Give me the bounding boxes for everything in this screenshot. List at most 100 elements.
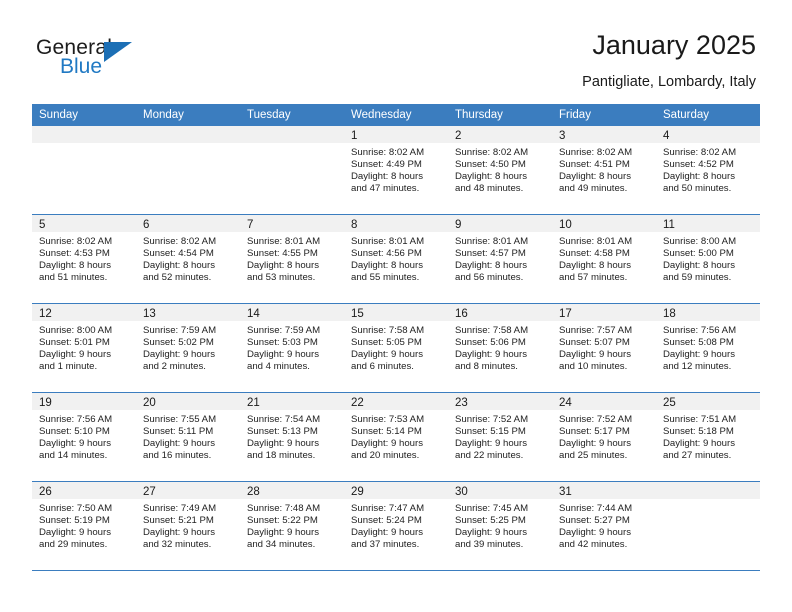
calendar-day-cell[interactable]: 14 Sunrise: 7:59 AM Sunset: 5:03 PM Dayligh… xyxy=(240,304,344,392)
calendar-day-cell[interactable]: 22 Sunrise: 7:53 AM Sunset: 5:14 PM Dayligh… xyxy=(344,393,448,481)
day-detail-line: Sunset: 5:11 PM xyxy=(143,426,214,438)
day-detail-line: Sunrise: 7:44 AM xyxy=(559,503,633,514)
calendar-day-cell[interactable]: 10 Sunrise: 8:01 AM Sunset: 4:58 PM Dayligh… xyxy=(552,215,656,303)
calendar-day-cell[interactable]: 24 Sunrise: 7:52 AM Sunset: 5:17 PM Dayligh… xyxy=(552,393,656,481)
day-detail-line: Daylight: 9 hours xyxy=(663,438,735,450)
calendar-day-cell[interactable]: 2 Sunrise: 8:02 AM Sunset: 4:50 PM Daylight… xyxy=(448,126,552,214)
day-detail-line: Daylight: 9 hours xyxy=(39,438,111,450)
calendar-day-cell[interactable]: 20 Sunrise: 7:55 AM Sunset: 5:11 PM Dayligh… xyxy=(136,393,240,481)
calendar-day-cell[interactable]: 31 Sunrise: 7:44 AM Sunset: 5:27 PM Dayligh… xyxy=(552,482,656,570)
day-detail-line: Sunrise: 7:49 AM xyxy=(143,503,217,514)
day-detail-line: Sunset: 5:19 PM xyxy=(39,515,110,527)
day-number-band: 23 xyxy=(448,393,552,410)
day-number: 29 xyxy=(351,486,364,498)
day-number: 26 xyxy=(39,486,52,498)
day-number-band: 8 xyxy=(344,215,448,232)
day-detail-line: Sunrise: 7:52 AM xyxy=(455,414,529,425)
calendar-day-cell[interactable]: 30 Sunrise: 7:45 AM Sunset: 5:25 PM Dayligh… xyxy=(448,482,552,570)
day-number-band: 13 xyxy=(136,304,240,321)
calendar-day-cell[interactable]: 25 Sunrise: 7:51 AM Sunset: 5:18 PM Dayligh… xyxy=(656,393,760,481)
day-detail-line: and 27 minutes. xyxy=(663,450,732,462)
day-detail-line: Daylight: 8 hours xyxy=(351,171,423,183)
calendar-day-cell[interactable]: 21 Sunrise: 7:54 AM Sunset: 5:13 PM Dayligh… xyxy=(240,393,344,481)
calendar-day-cell[interactable]: 28 Sunrise: 7:48 AM Sunset: 5:22 PM Dayligh… xyxy=(240,482,344,570)
calendar-day-cell[interactable]: 8 Sunrise: 8:01 AM Sunset: 4:56 PM Daylight… xyxy=(344,215,448,303)
day-number-band: 31 xyxy=(552,482,656,499)
day-detail-line: Sunset: 4:56 PM xyxy=(351,248,422,260)
day-detail-line: and 52 minutes. xyxy=(143,272,212,284)
calendar-day-cell[interactable]: 6 Sunrise: 8:02 AM Sunset: 4:54 PM Daylight… xyxy=(136,215,240,303)
day-detail-line: and 34 minutes. xyxy=(247,539,316,551)
day-detail-line: Sunrise: 7:58 AM xyxy=(351,325,425,336)
day-detail-line: Daylight: 9 hours xyxy=(455,349,527,361)
day-detail-line: and 51 minutes. xyxy=(39,272,108,284)
day-detail-line: and 59 minutes. xyxy=(663,272,732,284)
calendar-day-cell[interactable]: 9 Sunrise: 8:01 AM Sunset: 4:57 PM Daylight… xyxy=(448,215,552,303)
day-detail-line: and 50 minutes. xyxy=(663,183,732,195)
day-detail-line: Daylight: 8 hours xyxy=(351,260,423,272)
day-number-band: 11 xyxy=(656,215,760,232)
day-detail-line: and 57 minutes. xyxy=(559,272,628,284)
day-detail-line: Sunset: 5:07 PM xyxy=(559,337,630,349)
day-number: 5 xyxy=(39,219,46,231)
calendar-day-cell[interactable]: 11 Sunrise: 8:00 AM Sunset: 5:00 PM Dayligh… xyxy=(656,215,760,303)
calendar-day-cell[interactable]: 16 Sunrise: 7:58 AM Sunset: 5:06 PM Dayligh… xyxy=(448,304,552,392)
calendar-day-cell[interactable]: 18 Sunrise: 7:56 AM Sunset: 5:08 PM Dayligh… xyxy=(656,304,760,392)
day-detail-line: Sunset: 5:05 PM xyxy=(351,337,422,349)
calendar-day-cell[interactable]: 17 Sunrise: 7:57 AM Sunset: 5:07 PM Dayligh… xyxy=(552,304,656,392)
day-detail-line: and 53 minutes. xyxy=(247,272,316,284)
day-detail-line: Sunrise: 8:02 AM xyxy=(455,147,529,158)
day-detail-line: Sunset: 5:25 PM xyxy=(455,515,526,527)
day-number-band xyxy=(136,126,240,143)
day-detail-line: Sunrise: 7:59 AM xyxy=(247,325,321,336)
day-number: 21 xyxy=(247,397,260,409)
day-detail-line: Sunset: 4:50 PM xyxy=(455,159,526,171)
calendar-day-cell[interactable]: 7 Sunrise: 8:01 AM Sunset: 4:55 PM Daylight… xyxy=(240,215,344,303)
day-detail-line: Daylight: 9 hours xyxy=(455,438,527,450)
day-detail-line: Sunrise: 8:02 AM xyxy=(143,236,217,247)
day-number-band: 3 xyxy=(552,126,656,143)
day-detail-line: Sunset: 5:21 PM xyxy=(143,515,214,527)
day-number-band: 14 xyxy=(240,304,344,321)
day-details: Sunrise: 7:56 AM Sunset: 5:08 PM Daylight:… xyxy=(656,321,760,373)
page-subtitle: Pantigliate, Lombardy, Italy xyxy=(582,74,756,90)
day-detail-line: Sunrise: 7:58 AM xyxy=(455,325,529,336)
calendar-day-cell[interactable]: 4 Sunrise: 8:02 AM Sunset: 4:52 PM Daylight… xyxy=(656,126,760,214)
day-detail-line: Daylight: 9 hours xyxy=(143,438,215,450)
day-detail-line: Sunset: 5:00 PM xyxy=(663,248,734,260)
day-detail-line: and 47 minutes. xyxy=(351,183,420,195)
calendar-day-cell[interactable]: 1 Sunrise: 8:02 AM Sunset: 4:49 PM Daylight… xyxy=(344,126,448,214)
day-number: 30 xyxy=(455,486,468,498)
calendar-day-cell[interactable]: 29 Sunrise: 7:47 AM Sunset: 5:24 PM Dayligh… xyxy=(344,482,448,570)
day-detail-line: Sunset: 5:18 PM xyxy=(663,426,734,438)
calendar-day-cell[interactable]: 19 Sunrise: 7:56 AM Sunset: 5:10 PM Dayligh… xyxy=(32,393,136,481)
day-detail-line: Sunrise: 7:55 AM xyxy=(143,414,217,425)
day-detail-line: Sunrise: 7:45 AM xyxy=(455,503,529,514)
calendar-day-cell[interactable]: 3 Sunrise: 8:02 AM Sunset: 4:51 PM Daylight… xyxy=(552,126,656,214)
day-details: Sunrise: 7:57 AM Sunset: 5:07 PM Daylight:… xyxy=(552,321,656,373)
day-number: 3 xyxy=(559,130,566,142)
day-detail-line: Daylight: 8 hours xyxy=(663,171,735,183)
calendar-day-cell[interactable]: 27 Sunrise: 7:49 AM Sunset: 5:21 PM Dayligh… xyxy=(136,482,240,570)
day-detail-line: and 42 minutes. xyxy=(559,539,628,551)
day-details: Sunrise: 8:02 AM Sunset: 4:54 PM Daylight:… xyxy=(136,232,240,284)
day-detail-line: Sunset: 4:52 PM xyxy=(663,159,734,171)
calendar-day-cell[interactable]: 5 Sunrise: 8:02 AM Sunset: 4:53 PM Daylight… xyxy=(32,215,136,303)
calendar-day-cell[interactable]: 26 Sunrise: 7:50 AM Sunset: 5:19 PM Dayligh… xyxy=(32,482,136,570)
day-detail-line: Sunset: 5:06 PM xyxy=(455,337,526,349)
calendar-weeks: 1 Sunrise: 8:02 AM Sunset: 4:49 PM Daylight… xyxy=(32,126,760,571)
day-detail-line: Sunrise: 7:56 AM xyxy=(39,414,113,425)
calendar-day-cell[interactable]: 13 Sunrise: 7:59 AM Sunset: 5:02 PM Dayligh… xyxy=(136,304,240,392)
calendar-day-cell[interactable]: 12 Sunrise: 8:00 AM Sunset: 5:01 PM Dayligh… xyxy=(32,304,136,392)
calendar-empty-cell xyxy=(656,482,760,570)
day-detail-line: Daylight: 9 hours xyxy=(247,349,319,361)
day-number-band xyxy=(32,126,136,143)
calendar-day-cell[interactable]: 23 Sunrise: 7:52 AM Sunset: 5:15 PM Dayligh… xyxy=(448,393,552,481)
day-detail-line: Daylight: 9 hours xyxy=(351,527,423,539)
day-details: Sunrise: 7:58 AM Sunset: 5:06 PM Daylight:… xyxy=(448,321,552,373)
day-number: 7 xyxy=(247,219,254,231)
day-number-band: 15 xyxy=(344,304,448,321)
calendar-week-row: 26 Sunrise: 7:50 AM Sunset: 5:19 PM Dayligh… xyxy=(32,482,760,571)
calendar-day-cell[interactable]: 15 Sunrise: 7:58 AM Sunset: 5:05 PM Dayligh… xyxy=(344,304,448,392)
weekday-header-friday: Friday xyxy=(559,109,591,121)
